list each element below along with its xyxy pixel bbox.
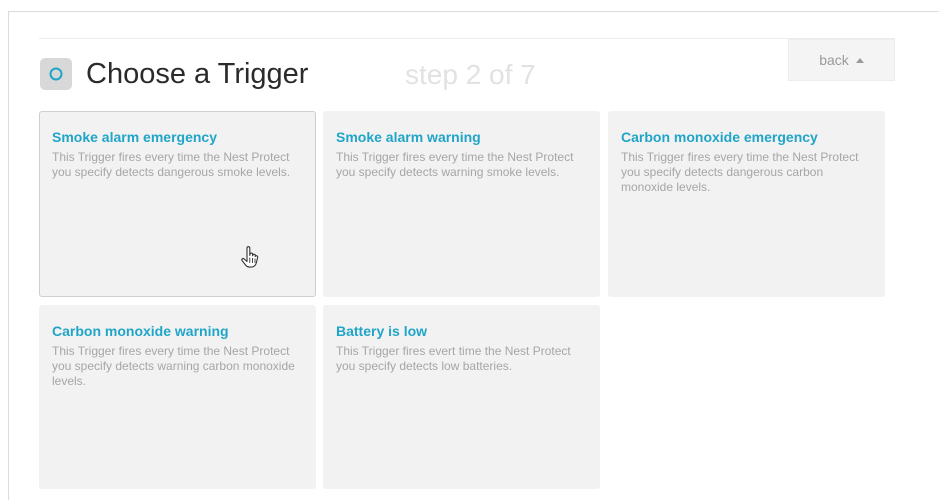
trigger-card-title: Carbon monoxide emergency bbox=[621, 129, 818, 145]
back-button[interactable]: back bbox=[788, 39, 895, 81]
trigger-card-description: This Trigger fires every time the Nest P… bbox=[52, 150, 291, 179]
trigger-card-title: Smoke alarm warning bbox=[336, 129, 481, 145]
trigger-card-description: This Trigger fires every time the Nest P… bbox=[621, 150, 859, 194]
trigger-card-smoke-alarm-warning[interactable]: Smoke alarm warning This Trigger fires e… bbox=[323, 111, 600, 297]
trigger-card-title: Smoke alarm emergency bbox=[52, 129, 217, 145]
trigger-card-title: Battery is low bbox=[336, 323, 428, 339]
trigger-card-description: This Trigger fires every time the Nest P… bbox=[52, 344, 295, 388]
caret-up-icon bbox=[855, 58, 864, 63]
back-button-label: back bbox=[819, 52, 849, 68]
trigger-card-title: Carbon monoxide warning bbox=[52, 323, 229, 339]
trigger-card-description: This Trigger fires every time the Nest P… bbox=[336, 150, 574, 179]
step-indicator: step 2 of 7 bbox=[405, 59, 536, 90]
trigger-card-description: This Trigger fires evert time the Nest P… bbox=[336, 344, 571, 373]
header-divider bbox=[39, 38, 895, 39]
trigger-card-carbon-monoxide-warning[interactable]: Carbon monoxide warning This Trigger fir… bbox=[39, 305, 316, 489]
page-title: Choose a Trigger bbox=[86, 58, 309, 90]
hand-pointer-cursor-icon bbox=[240, 246, 260, 275]
circle-trigger-icon bbox=[40, 58, 72, 90]
trigger-card-battery-is-low[interactable]: Battery is low This Trigger fires evert … bbox=[323, 305, 600, 489]
trigger-card-smoke-alarm-emergency[interactable]: Smoke alarm emergency This Trigger fires… bbox=[39, 111, 316, 297]
trigger-card-carbon-monoxide-emergency[interactable]: Carbon monoxide emergency This Trigger f… bbox=[608, 111, 885, 297]
